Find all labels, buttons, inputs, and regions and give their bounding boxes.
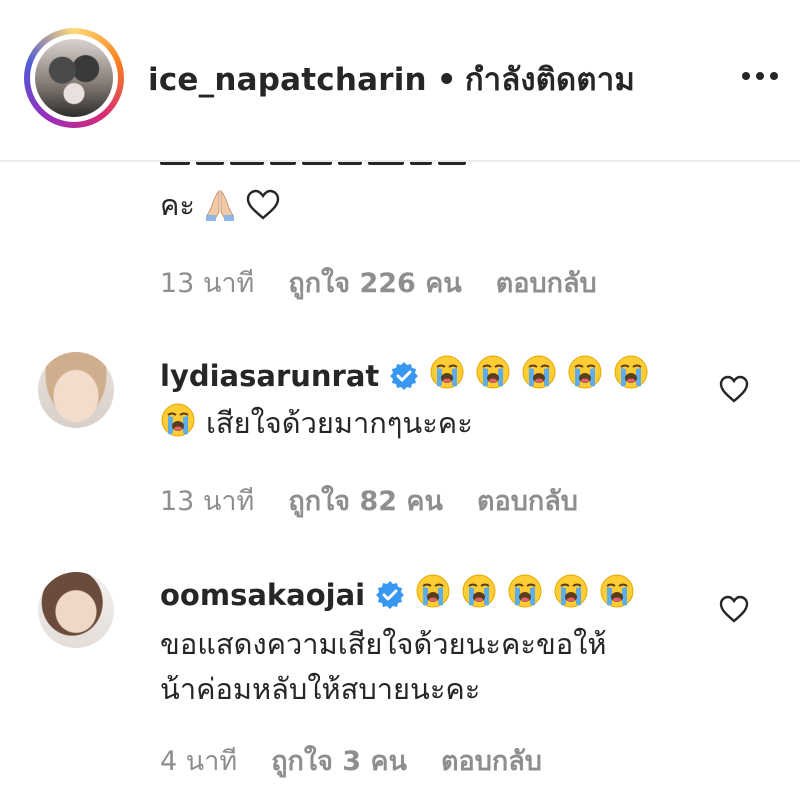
loudly-crying-face-icon — [161, 403, 195, 436]
loudly-crying-face-icon — [614, 355, 648, 389]
crying-emoji-row — [429, 354, 659, 397]
header-username-row: ice_napatcharin • กำลังติดตาม — [148, 54, 635, 104]
comment-text: เสียใจด้วยมากๆนะคะ — [206, 406, 473, 440]
loudly-crying-face-icon — [508, 574, 542, 608]
loudly-crying-face-icon — [600, 574, 634, 608]
comment-time: 13 นาที — [160, 486, 255, 517]
comment-line: น้าค่อมหลับให้สบายนะคะ — [160, 666, 480, 712]
avatar — [35, 39, 113, 117]
crying-emoji-row — [415, 573, 645, 616]
verified-badge-icon — [376, 580, 405, 609]
loudly-crying-face-icon — [568, 355, 602, 389]
loudly-crying-face-icon — [554, 574, 588, 608]
like-heart-icon[interactable] — [718, 374, 750, 404]
reply-button[interactable]: ตอบกลับ — [496, 261, 597, 304]
previous-comment-tail: คะ — [160, 188, 195, 222]
post-header: ice_napatcharin • กำลังติดตาม — [0, 0, 800, 162]
comment-time: 4 นาที — [160, 746, 238, 777]
white-heart-icon — [246, 189, 280, 220]
comment-line: ขอแสดงความเสียใจด้วยนะคะขอให้ — [160, 621, 606, 667]
comment-text: ขอแสดงความเสียใจด้วยนะคะขอให้ — [160, 627, 607, 661]
crying-emoji-row — [160, 402, 206, 445]
comment-text: น้าค่อมหลับให้สบายนะคะ — [160, 672, 481, 706]
comment-username[interactable]: oomsakaojai — [160, 578, 365, 612]
header-separator: • — [436, 62, 457, 98]
like-heart-icon[interactable] — [718, 594, 750, 624]
reply-button[interactable]: ตอบกลับ — [477, 479, 578, 522]
comment-username[interactable]: lydiasarunrat — [160, 359, 379, 393]
following-button[interactable]: กำลังติดตาม — [465, 62, 635, 98]
previous-comment-text: คะ — [160, 182, 281, 228]
folded-hands-icon — [205, 189, 234, 221]
previous-comment-meta: 13 นาที ถูกใจ 226 คน ตอบกลับ — [160, 261, 631, 304]
comment-line: oomsakaojai — [160, 573, 645, 616]
verified-badge-icon — [390, 361, 419, 390]
loudly-crying-face-icon — [462, 574, 496, 608]
comment-line: lydiasarunrat — [160, 354, 659, 397]
comment-meta: 4 นาที ถูกใจ 3 คน ตอบกลับ — [160, 739, 576, 782]
comment-time: 13 นาที — [160, 268, 255, 299]
comment-line: เสียใจด้วยมากๆนะคะ — [160, 400, 473, 446]
avatar[interactable] — [38, 352, 114, 428]
header-username[interactable]: ice_napatcharin — [148, 62, 427, 98]
profile-avatar-story-ring[interactable] — [24, 28, 124, 128]
likes-count-button[interactable]: ถูกใจ 82 คน — [288, 479, 443, 522]
likes-count-button[interactable]: ถูกใจ 226 คน — [288, 261, 461, 304]
loudly-crying-face-icon — [416, 574, 450, 608]
reply-button[interactable]: ตอบกลับ — [441, 739, 542, 782]
loudly-crying-face-icon — [476, 355, 510, 389]
loudly-crying-face-icon — [430, 355, 464, 389]
more-options-icon[interactable] — [740, 70, 780, 82]
loudly-crying-face-icon — [522, 355, 556, 389]
likes-count-button[interactable]: ถูกใจ 3 คน — [271, 739, 407, 782]
avatar[interactable] — [38, 572, 114, 648]
comment-meta: 13 นาที ถูกใจ 82 คน ตอบกลับ — [160, 479, 612, 522]
